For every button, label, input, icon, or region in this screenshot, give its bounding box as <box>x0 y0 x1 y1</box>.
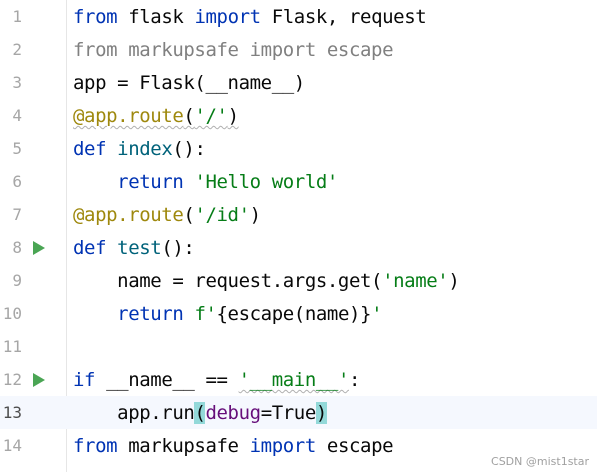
run-triangle-icon[interactable] <box>33 241 45 255</box>
code-text[interactable]: def test(): <box>73 237 195 259</box>
code-text[interactable]: @app.route('/') <box>73 105 239 127</box>
code-token: ) <box>227 105 239 127</box>
code-text[interactable]: return f'{escape(name)}' <box>73 303 382 325</box>
code-line-current[interactable]: 13 app.run(debug=True) <box>0 396 597 429</box>
code-token: name = request.args.get( <box>117 270 383 292</box>
line-number: 12 <box>2 370 22 389</box>
line-number: 4 <box>12 106 22 125</box>
string-token: 'name' <box>382 270 449 292</box>
decorator-token: @app.route <box>73 204 184 226</box>
line-number: 9 <box>12 271 22 290</box>
code-line[interactable]: 8 def test(): <box>0 231 597 264</box>
code-text[interactable]: from markupsafe import escape <box>73 435 394 457</box>
code-line[interactable]: 5 def index(): <box>0 132 597 165</box>
code-token: Flask, request <box>271 6 427 28</box>
code-text[interactable]: from flask import Flask, request <box>73 6 427 28</box>
code-text[interactable]: def index(): <box>73 138 206 160</box>
string-token: '__main__' <box>238 369 350 391</box>
code-token: (): <box>161 237 195 259</box>
code-line[interactable]: 3 app = Flask(__name__) <box>0 66 597 99</box>
code-token: app.run( <box>117 402 206 424</box>
line-number: 5 <box>12 139 22 158</box>
code-line[interactable]: 2 from markupsafe import escape <box>0 33 597 66</box>
code-line[interactable]: 7 @app.route('/id') <box>0 198 597 231</box>
keyword-token: import <box>249 435 317 457</box>
line-number: 2 <box>12 40 22 59</box>
code-line[interactable]: 9 name = request.args.get('name') <box>0 264 597 297</box>
code-token: =True) <box>260 402 327 424</box>
run-triangle-icon[interactable] <box>33 373 45 387</box>
code-token: ( <box>183 105 195 127</box>
line-number: 10 <box>2 304 22 323</box>
code-token: ( <box>183 204 195 226</box>
matched-paren-open: ( <box>194 402 206 424</box>
code-text[interactable]: app = Flask(__name__) <box>73 72 305 94</box>
code-line[interactable]: 6 return 'Hello world' <box>0 165 597 198</box>
keyword-token: if <box>73 369 96 391</box>
code-token: ) <box>448 270 460 292</box>
code-text[interactable]: from markupsafe import escape <box>73 39 394 61</box>
code-editor[interactable]: 1 from flask import Flask, request 2 fro… <box>0 0 597 472</box>
string-token: ' <box>371 303 383 325</box>
code-line[interactable]: 12 if __name__ == '__main__': <box>0 363 597 396</box>
code-text[interactable]: if __name__ == '__main__': <box>73 369 360 391</box>
code-text[interactable]: name = request.args.get('name') <box>73 270 460 292</box>
matched-paren-close: ) <box>315 402 327 424</box>
named-param-token: debug <box>205 402 261 424</box>
line-number: 13 <box>2 403 22 422</box>
decorator-token: @app.route <box>73 105 184 127</box>
string-token: '/id' <box>194 204 250 226</box>
code-token: : <box>348 369 361 391</box>
line-number: 6 <box>12 172 22 191</box>
keyword-token: from <box>73 435 118 457</box>
code-line[interactable]: 11 <box>0 330 597 363</box>
code-token: app = Flask(__name__) <box>73 72 305 94</box>
line-number: 8 <box>12 238 22 257</box>
code-line[interactable]: 4 @app.route('/') <box>0 99 597 132</box>
keyword-token: return <box>117 303 184 325</box>
keyword-token: return <box>117 171 184 193</box>
code-token: flask <box>128 6 184 28</box>
function-name-token: index <box>117 138 173 160</box>
code-token: markupsafe <box>128 435 239 457</box>
line-number: 3 <box>12 73 22 92</box>
string-token: f' <box>194 303 217 325</box>
code-token: escape <box>326 435 394 457</box>
code-text[interactable]: return 'Hello world' <box>73 171 338 193</box>
line-number: 1 <box>12 7 22 26</box>
function-name-token: test <box>117 237 162 259</box>
code-token: (): <box>172 138 206 160</box>
line-number: 11 <box>2 337 22 356</box>
keyword-token: def <box>73 138 107 160</box>
keyword-token: from <box>73 6 118 28</box>
unused-import-token: from markupsafe import escape <box>73 39 394 61</box>
line-number: 7 <box>12 205 22 224</box>
keyword-token: def <box>73 237 107 259</box>
code-token: __name__ == <box>106 369 239 391</box>
line-number: 14 <box>2 436 22 455</box>
code-text[interactable]: app.run(debug=True) <box>73 402 327 424</box>
code-line[interactable]: 10 return f'{escape(name)}' <box>0 297 597 330</box>
code-line[interactable]: 1 from flask import Flask, request <box>0 0 597 33</box>
keyword-token: import <box>194 6 261 28</box>
code-token: ) <box>249 204 261 226</box>
string-token: 'Hello world' <box>194 171 338 193</box>
watermark: CSDN @mist1star <box>491 455 589 468</box>
code-text[interactable]: @app.route('/id') <box>73 204 261 226</box>
string-token: '/' <box>194 105 228 127</box>
code-token: {escape(name)} <box>216 303 372 325</box>
